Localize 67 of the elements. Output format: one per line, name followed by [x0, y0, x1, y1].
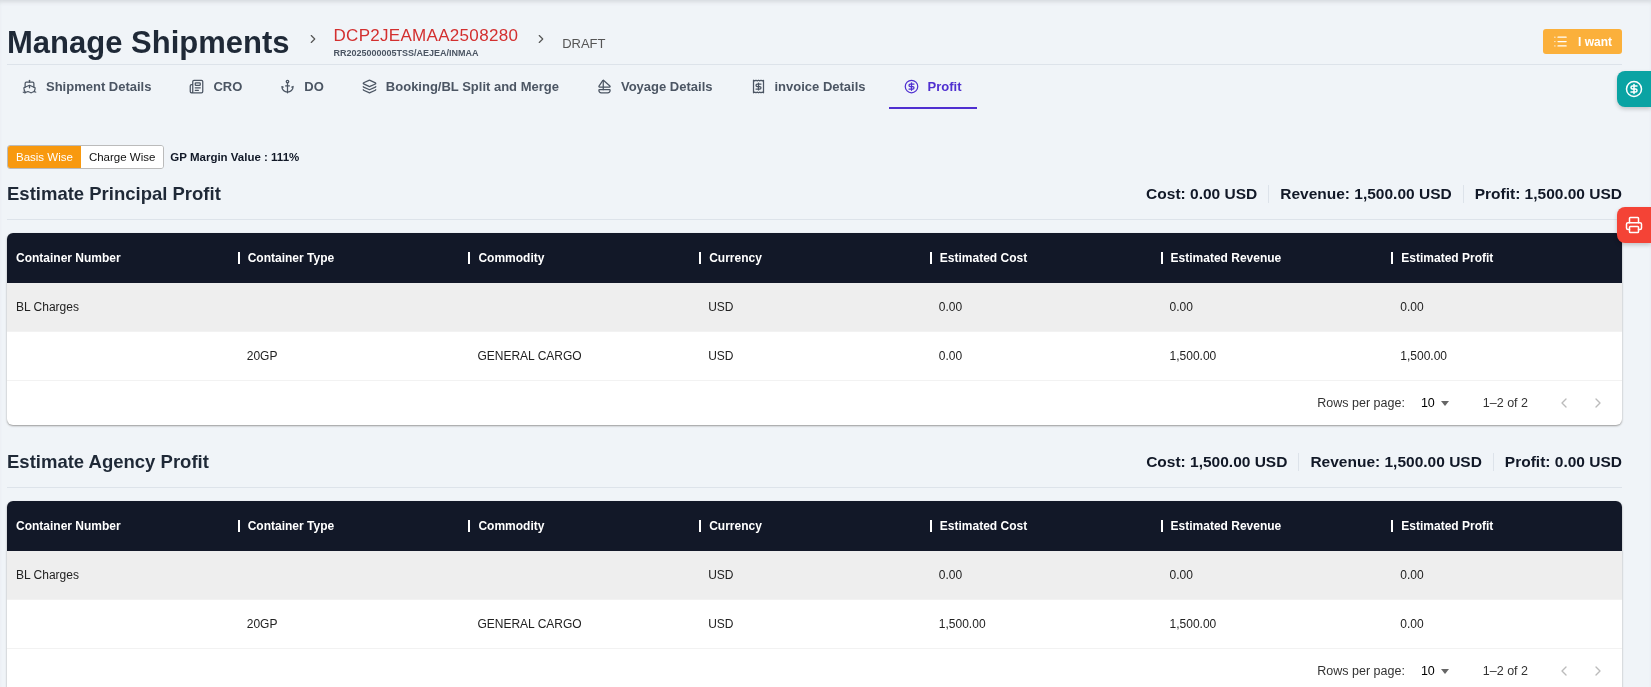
gp-margin-text: GP Margin Value : 111%	[170, 151, 300, 163]
table-cell: 0.00	[1391, 600, 1622, 649]
page-range: 1–2 of 2	[1482, 396, 1528, 410]
table-cell: 1,500.00	[1391, 332, 1622, 381]
rows-per-page-label: Rows per page:	[1317, 664, 1405, 678]
table-cell: USD	[699, 283, 930, 332]
section-title: Estimate Principal Profit	[7, 183, 221, 205]
rows-per-page-select[interactable]: 10	[1420, 396, 1449, 410]
layers-icon	[361, 78, 377, 94]
total-text: Cost: 1,500.00 USD	[1145, 453, 1289, 471]
page-range: 1–2 of 2	[1482, 664, 1528, 678]
route-text: RR2025000005TSS/AEJEA/INMAA	[333, 48, 480, 58]
total-text: Cost: 0.00 USD	[1145, 185, 1259, 203]
caret-icon	[1440, 400, 1449, 406]
column-header: Container Number	[7, 501, 238, 551]
section-title: Estimate Agency Profit	[7, 451, 209, 473]
status-text: DRAFT	[562, 36, 606, 51]
dollar-icon	[1625, 80, 1643, 98]
total-text: Revenue: 1,500.00 USD	[1298, 453, 1493, 471]
list-icon	[1553, 34, 1568, 49]
rows-per-page-label: Rows per page:	[1317, 396, 1405, 410]
shipment-id: DCP2JEAMAA2508280	[333, 26, 519, 46]
column-header: Commodity	[468, 501, 700, 551]
table-cell: 0.00	[1391, 283, 1622, 332]
rows-per-page-select[interactable]: 10	[1420, 664, 1449, 678]
column-header: Estimated Revenue	[1160, 501, 1392, 551]
table-cell: 0.00	[1160, 283, 1392, 332]
toggle-button[interactable]: Charge Wise	[80, 146, 164, 168]
table-cell: 0.00	[929, 283, 1161, 332]
column-header: Currency	[699, 501, 930, 551]
column-header: Currency	[699, 233, 930, 283]
total-text: Revenue: 1,500.00 USD	[1268, 185, 1463, 203]
column-header: Container Number	[7, 233, 238, 283]
dollar-icon	[903, 78, 919, 94]
column-header: Container Type	[237, 233, 469, 283]
sailboat-icon	[596, 78, 612, 94]
column-header: Estimated Revenue	[1160, 233, 1392, 283]
table-cell: USD	[699, 551, 930, 600]
tab[interactable]: Shipment Details	[7, 65, 167, 109]
total-text: Profit: 0.00 USD	[1492, 453, 1622, 471]
table-cell: 0.00	[1391, 551, 1622, 600]
document-icon	[189, 78, 205, 94]
tab[interactable]: invoice Details	[735, 65, 881, 109]
print-icon	[1625, 216, 1643, 234]
page-title: Manage Shipments	[7, 26, 290, 60]
table-cell: BL Charges	[7, 283, 238, 332]
currency-side-button[interactable]	[1617, 71, 1651, 107]
receipt-icon	[750, 78, 766, 94]
tab[interactable]: CRO	[174, 65, 258, 109]
caret-icon	[1440, 668, 1449, 674]
anchor-icon	[280, 78, 296, 94]
column-header: Estimated Cost	[929, 233, 1161, 283]
column-header: Estimated Profit	[1391, 501, 1622, 551]
tab[interactable]: Voyage Details	[581, 65, 728, 109]
table-cell: BL Charges	[7, 551, 238, 600]
total-text: Profit: 1,500.00 USD	[1462, 185, 1622, 203]
table-cell: 0.00	[929, 551, 1161, 600]
print-side-button[interactable]	[1617, 207, 1651, 243]
table-cell: 0.00	[1160, 551, 1392, 600]
tab[interactable]: DO	[265, 65, 339, 109]
column-header: Estimated Profit	[1391, 233, 1622, 283]
column-header: Estimated Cost	[929, 501, 1161, 551]
tab[interactable]: Booking/BL Split and Merge	[346, 65, 574, 109]
tab[interactable]: Profit	[888, 65, 977, 109]
ship-icon	[22, 78, 37, 94]
column-header: Commodity	[468, 233, 700, 283]
column-header: Container Type	[237, 501, 469, 551]
